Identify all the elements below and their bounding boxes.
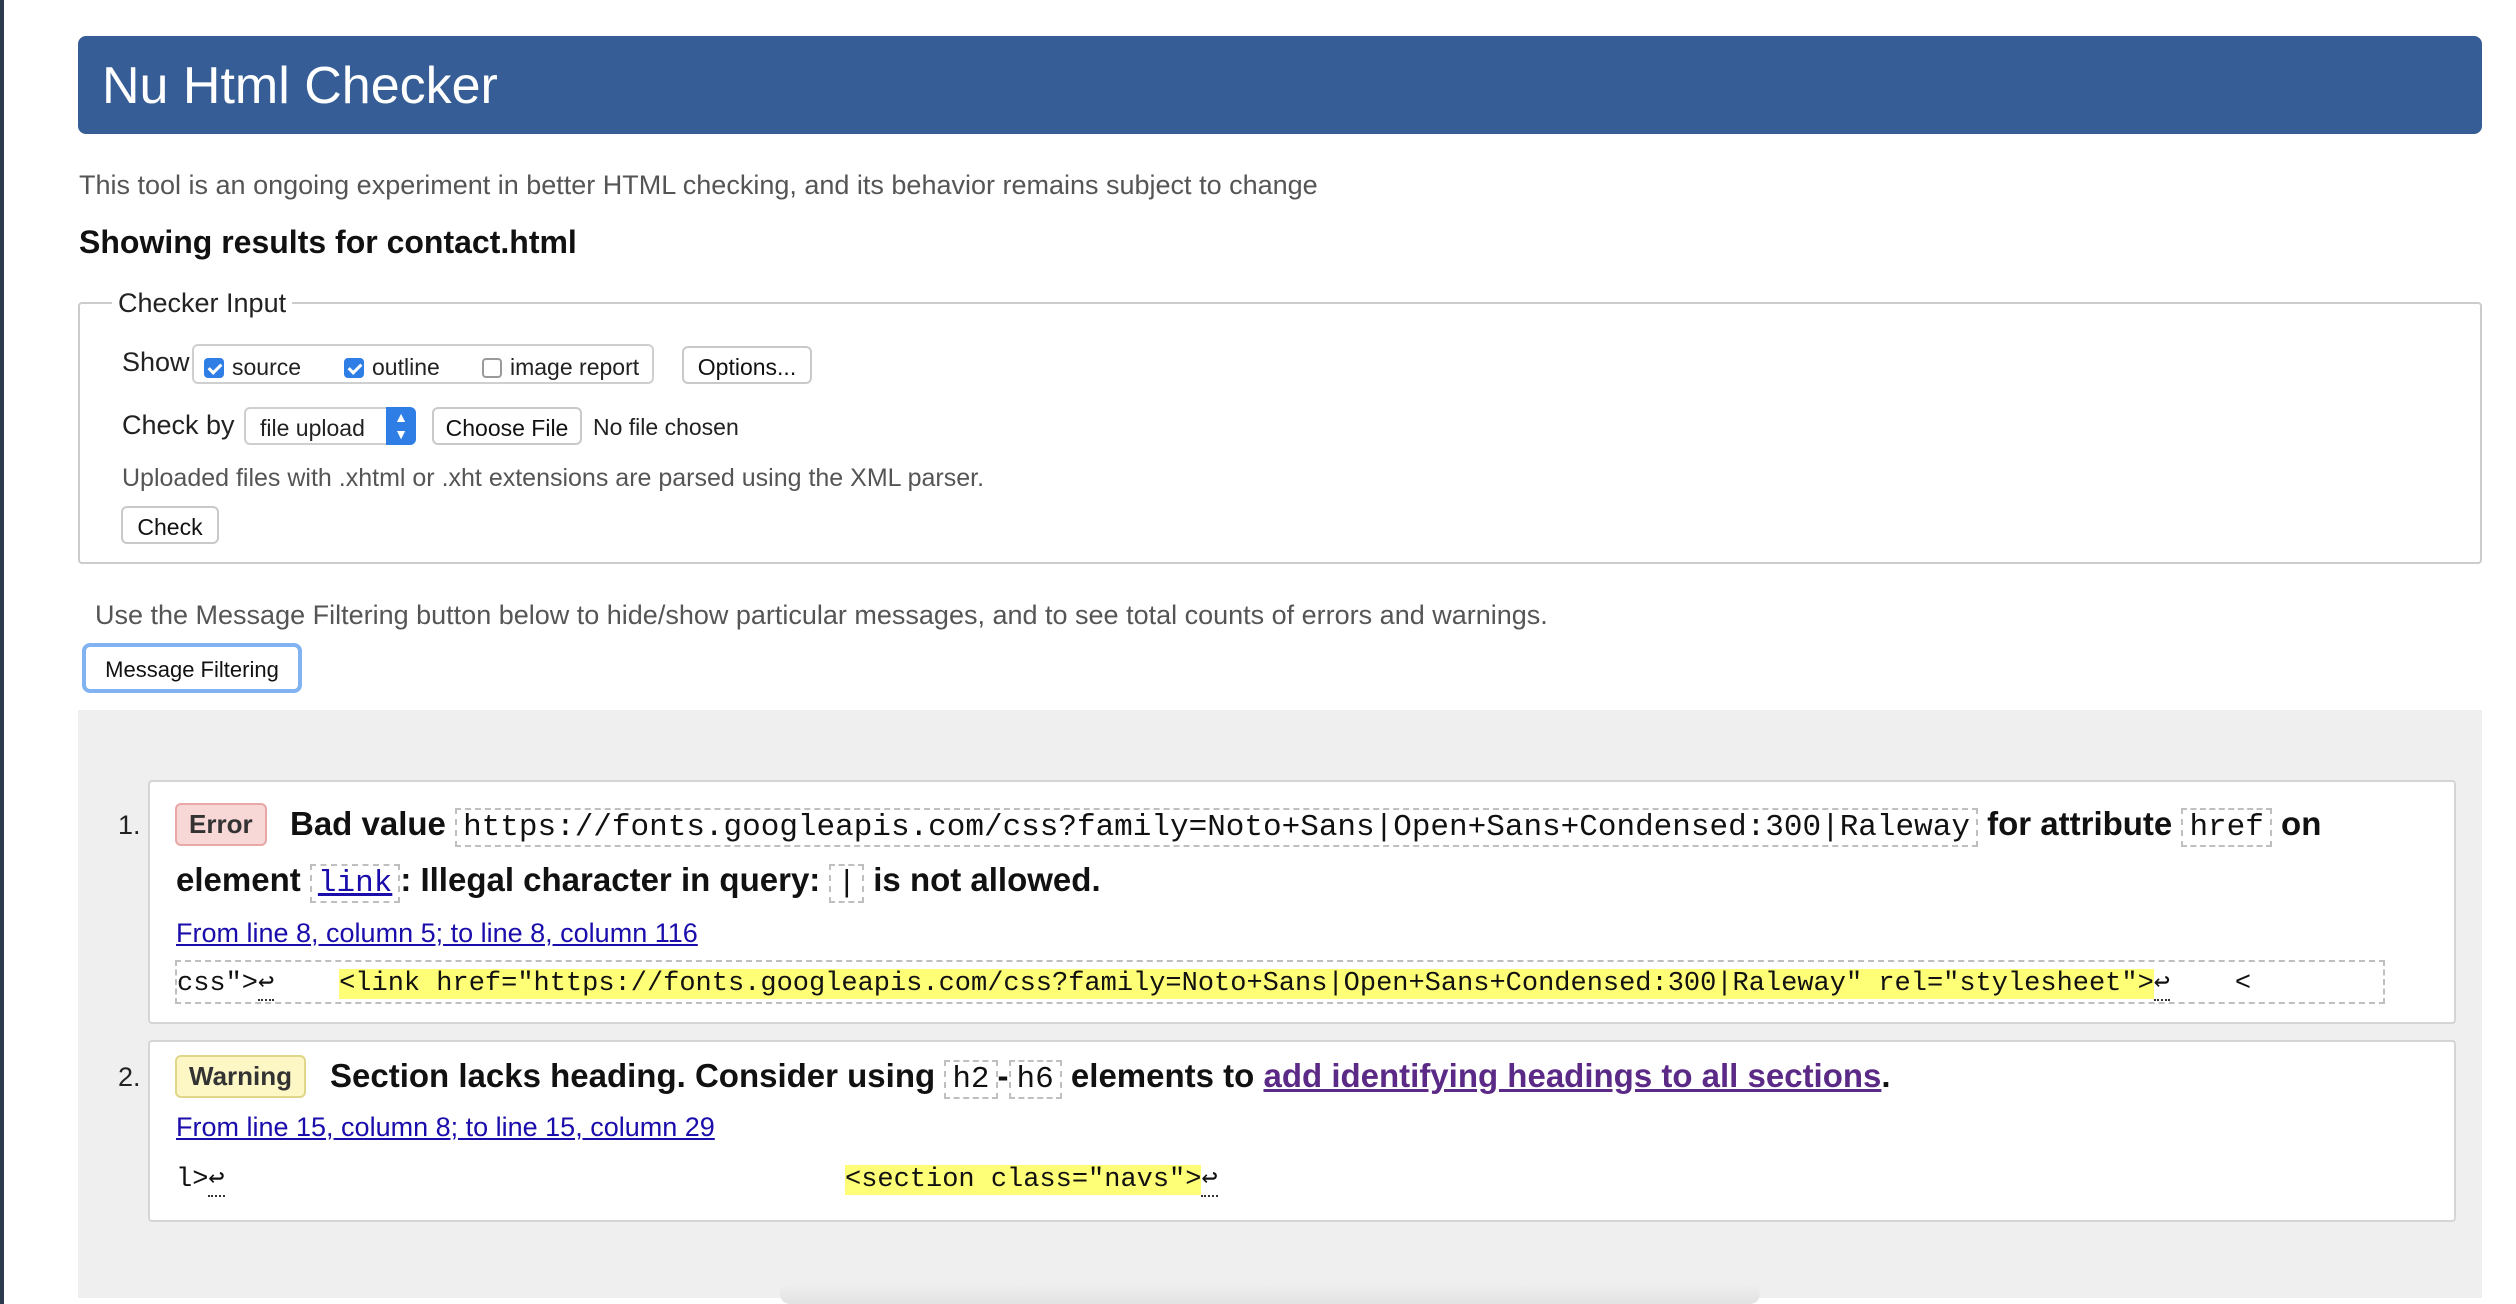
elements-to-text: elements to: [1070, 1057, 1255, 1094]
choose-file-button[interactable]: Choose File: [432, 407, 582, 445]
warning-source-highlight: <section class="navs">↩: [845, 1162, 1218, 1197]
error-source-extract: css">↩ <link href="https://fonts.googlea…: [175, 960, 2385, 1004]
element-text: element: [176, 861, 301, 898]
source-checkbox[interactable]: source: [204, 354, 301, 381]
extract-before: css">: [177, 969, 259, 999]
return-icon: ↩: [1201, 1165, 1218, 1197]
filter-note: Use the Message Filtering button below t…: [95, 600, 1548, 630]
dash-text: -: [997, 1057, 1009, 1094]
return-icon: ↩: [2153, 969, 2171, 1001]
source-checkbox-label: source: [232, 354, 302, 380]
checkbox-checked-icon: [344, 357, 364, 378]
return-icon: ↩: [258, 969, 275, 1001]
error-badge: Error: [175, 803, 267, 846]
error-message-line-1: Bad value https://fonts.googleapis.com/c…: [290, 796, 2321, 856]
page-title: Nu Html Checker: [102, 57, 498, 115]
show-options-group: source outline image report: [192, 344, 654, 384]
warning-badge: Warning: [175, 1055, 307, 1098]
not-allowed-text: is not allowed.: [873, 861, 1101, 898]
warning-source-extract: l>↩: [176, 1162, 225, 1197]
bad-value-text: Bad value: [290, 805, 446, 842]
bad-value-code: https://fonts.googleapis.com/css?family=…: [455, 808, 1978, 847]
extract-before: l>: [176, 1165, 209, 1195]
for-attribute-text: for attribute: [1987, 805, 2173, 842]
add-headings-link[interactable]: add identifying headings to all sections: [1263, 1057, 1881, 1094]
image-report-checkbox-label: image report: [510, 354, 640, 380]
select-stepper-icon: ▲ ▼: [386, 407, 416, 445]
check-by-select[interactable]: file upload ▲ ▼: [244, 407, 416, 445]
message-number: 1.: [118, 810, 141, 840]
xml-parser-hint: Uploaded files with .xhtml or .xht exten…: [122, 464, 985, 492]
check-by-label: Check by: [122, 410, 235, 440]
attribute-code: href: [2181, 808, 2272, 847]
error-message-line-2: element link: Illegal character in query…: [176, 852, 1101, 912]
extract-after: <: [2170, 969, 2252, 999]
message-filtering-button[interactable]: Message Filtering: [82, 643, 302, 693]
extract-highlight: <section class="navs">: [845, 1165, 1202, 1195]
checkbox-unchecked-icon: [482, 357, 502, 378]
period-text: .: [1881, 1057, 1891, 1094]
showing-results-heading: Showing results for contact.html: [79, 224, 577, 260]
extract-highlight: <link href="https://fonts.googleapis.com…: [339, 969, 2154, 999]
return-icon: ↩: [208, 1165, 225, 1197]
outline-checkbox[interactable]: outline: [344, 354, 440, 381]
lacks-heading-text: Section lacks heading. Consider using: [330, 1057, 936, 1094]
no-file-chosen-text: No file chosen: [593, 414, 739, 440]
check-button[interactable]: Check: [121, 506, 219, 544]
outline-checkbox-label: outline: [372, 354, 440, 380]
on-text: on: [2281, 805, 2322, 842]
options-button[interactable]: Options...: [682, 346, 812, 384]
h2-code: h2: [944, 1060, 998, 1099]
message-number: 2.: [118, 1062, 141, 1092]
scroll-shadow: [780, 1284, 1760, 1304]
extract-gap: [274, 969, 339, 999]
h6-code: h6: [1008, 1060, 1062, 1099]
checkbox-checked-icon: [204, 357, 224, 378]
checker-input-legend: Checker Input: [112, 288, 293, 319]
image-report-checkbox[interactable]: image report: [482, 354, 639, 381]
check-by-value: file upload: [260, 415, 365, 441]
error-location-link[interactable]: From line 8, column 5; to line 8, column…: [176, 918, 698, 949]
show-label: Show: [122, 347, 190, 377]
illegal-char-text: : Illegal character in query:: [400, 861, 821, 898]
warning-location-link[interactable]: From line 15, column 8; to line 15, colu…: [176, 1112, 715, 1143]
link-element-link[interactable]: link: [309, 864, 401, 903]
page-header: Nu Html Checker: [78, 36, 2482, 134]
illegal-char-code: |: [829, 864, 865, 903]
window-edge: [0, 0, 4, 1304]
intro-text: This tool is an ongoing experiment in be…: [79, 170, 1318, 200]
warning-message-line: Section lacks heading. Consider using h2…: [330, 1048, 1891, 1108]
